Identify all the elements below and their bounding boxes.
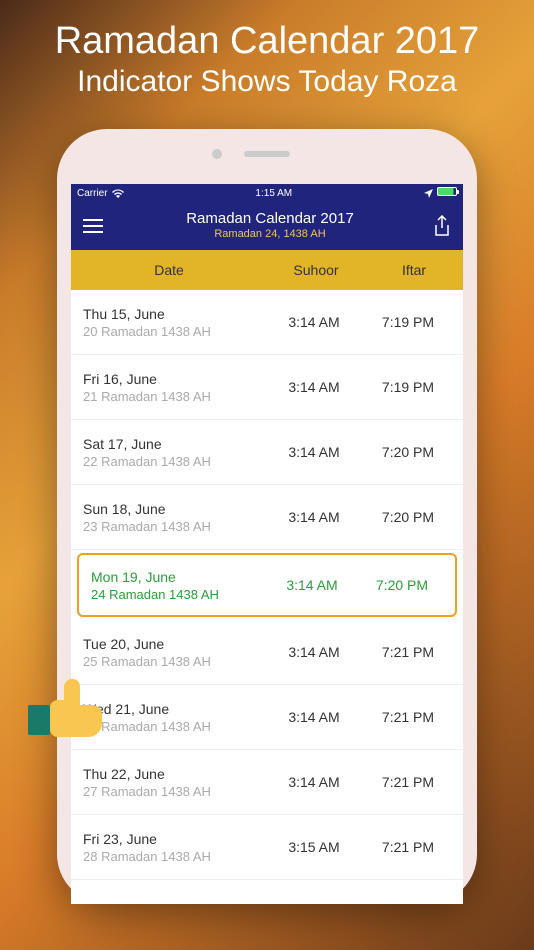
table-row[interactable]: Thu 15, June 20 Ramadan 1438 AH 3:14 AM … [71,290,463,355]
column-suhoor: Suhoor [267,262,365,278]
iftar-time: 7:21 PM [361,839,455,855]
hijri-date: 28 Ramadan 1438 AH [83,849,267,864]
suhoor-time: 3:14 AM [267,774,361,790]
suhoor-time: 3:15 AM [267,839,361,855]
promo-header: Ramadan Calendar 2017 Indicator Shows To… [0,0,534,114]
date-cell: Thu 15, June 20 Ramadan 1438 AH [79,306,267,339]
hijri-date: 20 Ramadan 1438 AH [83,324,267,339]
date-cell: Sun 18, June 23 Ramadan 1438 AH [79,501,267,534]
iftar-time: 7:20 PM [357,577,447,593]
promo-title: Ramadan Calendar 2017 [10,20,524,63]
iftar-time: 7:19 PM [361,314,455,330]
gregorian-date: Sat 17, June [83,436,267,452]
suhoor-time: 3:14 AM [267,577,357,593]
table-row[interactable]: Tue 20, June 25 Ramadan 1438 AH 3:14 AM … [71,620,463,685]
gregorian-date: Tue 20, June [83,636,267,652]
table-row[interactable]: Mon 19, June 24 Ramadan 1438 AH 3:14 AM … [77,553,457,617]
location-icon [424,189,433,198]
hijri-date: 24 Ramadan 1438 AH [91,587,267,602]
hijri-date: 25 Ramadan 1438 AH [83,654,267,669]
iftar-time: 7:21 PM [361,709,455,725]
header-title: Ramadan Calendar 2017 [186,210,354,228]
suhoor-time: 3:14 AM [267,444,361,460]
share-icon [433,215,451,237]
columns-header: Date Suhoor Iftar [71,250,463,290]
gregorian-date: Thu 15, June [83,306,267,322]
table-row[interactable]: Thu 22, June 27 Ramadan 1438 AH 3:14 AM … [71,750,463,815]
share-button[interactable] [433,215,451,237]
suhoor-time: 3:14 AM [267,314,361,330]
gregorian-date: Mon 19, June [91,569,267,585]
iftar-time: 7:19 PM [361,379,455,395]
phone-speaker [244,151,290,157]
battery-icon [437,187,457,199]
suhoor-time: 3:14 AM [267,379,361,395]
header-subtitle: Ramadan 24, 1438 AH [186,228,354,241]
table-row[interactable]: Fri 23, June 28 Ramadan 1438 AH 3:15 AM … [71,815,463,880]
iftar-time: 7:21 PM [361,774,455,790]
hijri-date: 21 Ramadan 1438 AH [83,389,267,404]
gregorian-date: Wed 21, June [83,701,267,717]
date-cell: Tue 20, June 25 Ramadan 1438 AH [79,636,267,669]
iftar-time: 7:21 PM [361,644,455,660]
suhoor-time: 3:14 AM [267,709,361,725]
wifi-icon [112,189,124,198]
gregorian-date: Sun 18, June [83,501,267,517]
column-date: Date [71,262,267,278]
suhoor-time: 3:14 AM [267,509,361,525]
date-cell: Fri 16, June 21 Ramadan 1438 AH [79,371,267,404]
menu-button[interactable] [83,214,107,238]
table-row[interactable]: Sat 17, June 22 Ramadan 1438 AH 3:14 AM … [71,420,463,485]
iftar-time: 7:20 PM [361,509,455,525]
app-header: Ramadan Calendar 2017 Ramadan 24, 1438 A… [71,202,463,250]
status-left: Carrier [77,188,124,199]
gregorian-date: Fri 16, June [83,371,267,387]
hijri-date: 27 Ramadan 1438 AH [83,784,267,799]
phone-frame: Carrier 1:15 AM Ram [57,129,477,904]
status-bar: Carrier 1:15 AM [71,184,463,202]
date-cell: Mon 19, June 24 Ramadan 1438 AH [87,569,267,602]
column-iftar: Iftar [365,262,463,278]
date-cell: Thu 22, June 27 Ramadan 1438 AH [79,766,267,799]
menu-icon [83,219,103,221]
hijri-date: 23 Ramadan 1438 AH [83,519,267,534]
table-row[interactable]: Wed 21, June 26 Ramadan 1438 AH 3:14 AM … [71,685,463,750]
pointing-hand-icon [28,665,108,745]
iftar-time: 7:20 PM [361,444,455,460]
rows-container[interactable]: Thu 15, June 20 Ramadan 1438 AH 3:14 AM … [71,290,463,880]
table-row[interactable]: Sun 18, June 23 Ramadan 1438 AH 3:14 AM … [71,485,463,550]
promo-subtitle: Indicator Shows Today Roza [10,65,524,99]
table-row[interactable]: Fri 16, June 21 Ramadan 1438 AH 3:14 AM … [71,355,463,420]
gregorian-date: Thu 22, June [83,766,267,782]
date-cell: Sat 17, June 22 Ramadan 1438 AH [79,436,267,469]
status-right [424,187,457,199]
header-center: Ramadan Calendar 2017 Ramadan 24, 1438 A… [186,210,354,241]
date-cell: Fri 23, June 28 Ramadan 1438 AH [79,831,267,864]
phone-camera [212,149,222,159]
gregorian-date: Fri 23, June [83,831,267,847]
hijri-date: 22 Ramadan 1438 AH [83,454,267,469]
phone-screen: Carrier 1:15 AM Ram [71,184,463,904]
carrier-label: Carrier [77,188,108,199]
status-time: 1:15 AM [255,188,292,199]
hijri-date: 26 Ramadan 1438 AH [83,719,267,734]
suhoor-time: 3:14 AM [267,644,361,660]
